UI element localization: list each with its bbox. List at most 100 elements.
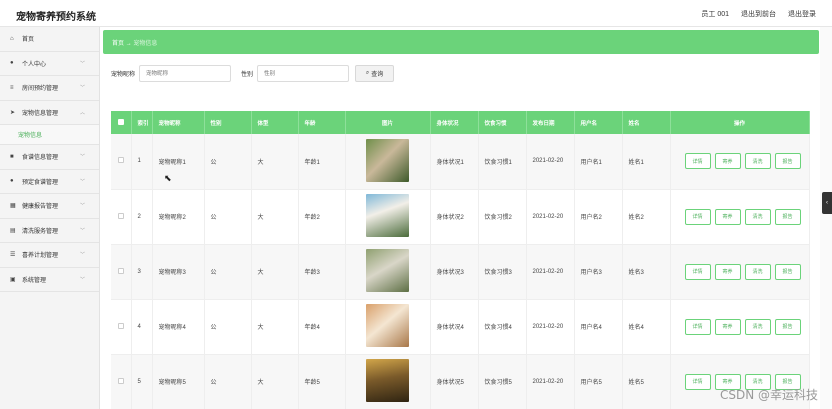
- cell-age: 年龄1: [298, 134, 346, 189]
- sidebar-item-room-booking[interactable]: ≡ 房间预约管理 ﹀: [0, 76, 99, 101]
- column-header: 用户名: [574, 111, 623, 134]
- row-checkbox[interactable]: [111, 134, 132, 189]
- cell-realname: 姓名4: [622, 299, 671, 354]
- sidebar-item-cleaning[interactable]: ▤ 清洗服务管理 ﹀: [0, 219, 99, 243]
- wash-button[interactable]: 清洗: [744, 153, 771, 170]
- sidebar-item-system[interactable]: ▣ 系统管理 ﹀: [0, 268, 99, 292]
- cell-index: 2: [131, 189, 153, 244]
- sidebar-subitem-pet-info[interactable]: 宠物信息: [0, 125, 99, 145]
- grid-icon: ▣: [10, 276, 16, 283]
- row-checkbox[interactable]: [111, 244, 132, 299]
- cell-name: 宠物昵称5: [152, 354, 205, 409]
- cell-size: 大: [251, 244, 299, 299]
- right-edge-strip: [820, 27, 832, 409]
- row-actions: 详情 寄养 清洗 报告: [670, 244, 810, 299]
- pet-photo-cell: [345, 354, 431, 409]
- cell-health: 身体状况5: [430, 354, 479, 409]
- detail-button[interactable]: 详情: [684, 208, 711, 225]
- table-row: 3 宠物昵称3 公大年龄3 身体状况3 饮食习惯3 2021-02-20 用户名3 姓名3 详情…: [111, 244, 810, 299]
- search-bar: 宠物昵称 性别 ⌕ 查询: [111, 65, 395, 82]
- home-icon: ⌂: [10, 35, 14, 42]
- detail-button[interactable]: 详情: [684, 318, 711, 335]
- cell-diet: 饮食习惯1: [478, 134, 527, 189]
- collapse-toggle[interactable]: ‹: [822, 192, 832, 214]
- cell-age: 年龄2: [298, 189, 346, 244]
- wash-button[interactable]: 清洗: [744, 263, 771, 280]
- table-header-row: 索引 宠物昵称 性别 体型 年龄 图片 身体状况 饮食习惯 发布日期 用户名 姓…: [111, 111, 810, 134]
- cell-health: 身体状况3: [430, 244, 479, 299]
- sidebar-item-label: 食谱信息管理: [22, 155, 59, 162]
- chevron-down-icon: ﹀: [79, 178, 85, 185]
- detail-button[interactable]: 详情: [684, 153, 711, 170]
- select-all-checkbox[interactable]: [111, 111, 132, 134]
- sidebar-item-label: 健康报告管理: [22, 204, 59, 211]
- breadcrumb-home[interactable]: 首页: [112, 41, 124, 47]
- sidebar-item-label: 清洗服务管理: [22, 228, 59, 235]
- cell-gender: 公: [204, 134, 252, 189]
- bar-chart-icon: ▦: [10, 203, 16, 210]
- report-button[interactable]: 报告: [774, 208, 801, 225]
- foster-button[interactable]: 寄养: [714, 318, 741, 335]
- report-button[interactable]: 报告: [774, 318, 801, 335]
- report-button[interactable]: 报告: [774, 263, 801, 280]
- sidebar-item-plan[interactable]: ☰ 喜养计划管理 ﹀: [0, 243, 99, 268]
- cell-index: 3: [131, 244, 153, 299]
- chevron-down-icon: ﹀: [79, 252, 85, 258]
- chevron-down-icon: ﹀: [79, 154, 85, 160]
- detail-button[interactable]: 详情: [684, 263, 711, 280]
- column-header: 姓名: [622, 111, 671, 134]
- logout-link[interactable]: 退出登录: [788, 9, 816, 19]
- cell-age: 年龄5: [298, 354, 346, 409]
- sidebar-item-health[interactable]: ▦ 健康报告管理 ﹀: [0, 194, 99, 219]
- cell-date: 2021-02-20: [526, 134, 575, 189]
- search-icon: ⌕: [365, 70, 370, 76]
- gender-label: 性别: [241, 72, 254, 78]
- wash-button[interactable]: 清洗: [744, 318, 771, 335]
- watermark: CSDN @幸运科技: [719, 388, 818, 402]
- gender-input[interactable]: [257, 65, 350, 82]
- back-to-front-link[interactable]: 退出到前台: [741, 9, 776, 19]
- cell-size: 大: [251, 299, 299, 354]
- sidebar-item-home[interactable]: ⌂ 首页: [0, 27, 99, 52]
- cell-date: 2021-02-20: [526, 244, 575, 299]
- detail-button[interactable]: 详情: [684, 373, 711, 390]
- chevron-down-icon: ﹀: [79, 203, 85, 209]
- table-row: 5 宠物昵称5 公大年龄5 身体状况5 饮食习惯5 2021-02-20 用户名5 姓名5 详情…: [111, 354, 810, 409]
- cell-username: 用户名4: [574, 299, 623, 354]
- row-checkbox[interactable]: [111, 354, 132, 409]
- sliders-icon: ☰: [10, 252, 16, 259]
- pet-photo: [366, 138, 409, 182]
- table-body: 1 宠物昵称1 公大年龄1 身体状况1 饮食习惯1 2021-02-20 用户名1 姓名1 详情…: [111, 134, 810, 409]
- pet-name-input[interactable]: [139, 65, 232, 82]
- cell-name: 宠物昵称1: [152, 134, 205, 189]
- sidebar-item-recipe[interactable]: ■ 食谱信息管理 ﹀: [0, 145, 99, 170]
- cell-date: 2021-02-20: [526, 189, 575, 244]
- row-checkbox[interactable]: [111, 299, 132, 354]
- foster-button[interactable]: 寄养: [714, 263, 741, 280]
- cell-realname: 姓名2: [622, 189, 671, 244]
- cell-size: 大: [251, 189, 299, 244]
- pet-photo: [366, 249, 409, 292]
- sidebar-item-profile[interactable]: ● 个人中心 ﹀: [0, 52, 99, 76]
- sidebar-item-recipe-booking[interactable]: ● 预定食谱管理 ﹀: [0, 170, 99, 194]
- cell-username: 用户名2: [574, 189, 623, 244]
- search-button[interactable]: ⌕ 查询: [355, 65, 395, 82]
- wash-button[interactable]: 清洗: [744, 208, 771, 225]
- foster-button[interactable]: 寄养: [714, 153, 741, 170]
- pet-photo-cell: [345, 299, 431, 354]
- cell-username: 用户名1: [574, 134, 623, 189]
- row-checkbox[interactable]: [111, 189, 132, 244]
- sidebar-item-pet-info[interactable]: ➤ 宠物信息管理 ︿: [0, 101, 99, 125]
- breadcrumb-separator: →: [125, 41, 132, 47]
- cell-health: 身体状况2: [430, 189, 479, 244]
- report-button[interactable]: 报告: [774, 153, 801, 170]
- pet-photo: [366, 304, 409, 347]
- column-header: 性别: [204, 111, 252, 134]
- cell-age: 年龄4: [298, 299, 346, 354]
- table-row: 4 宠物昵称4 公大年龄4 身体状况4 饮食习惯4 2021-02-20 用户名4 姓名4 详情…: [111, 299, 810, 354]
- cell-diet: 饮食习惯3: [478, 244, 527, 299]
- cell-index: 1: [131, 134, 153, 189]
- foster-button[interactable]: 寄养: [714, 208, 741, 225]
- list-icon: ≡: [10, 84, 14, 91]
- cell-size: 大: [251, 354, 299, 409]
